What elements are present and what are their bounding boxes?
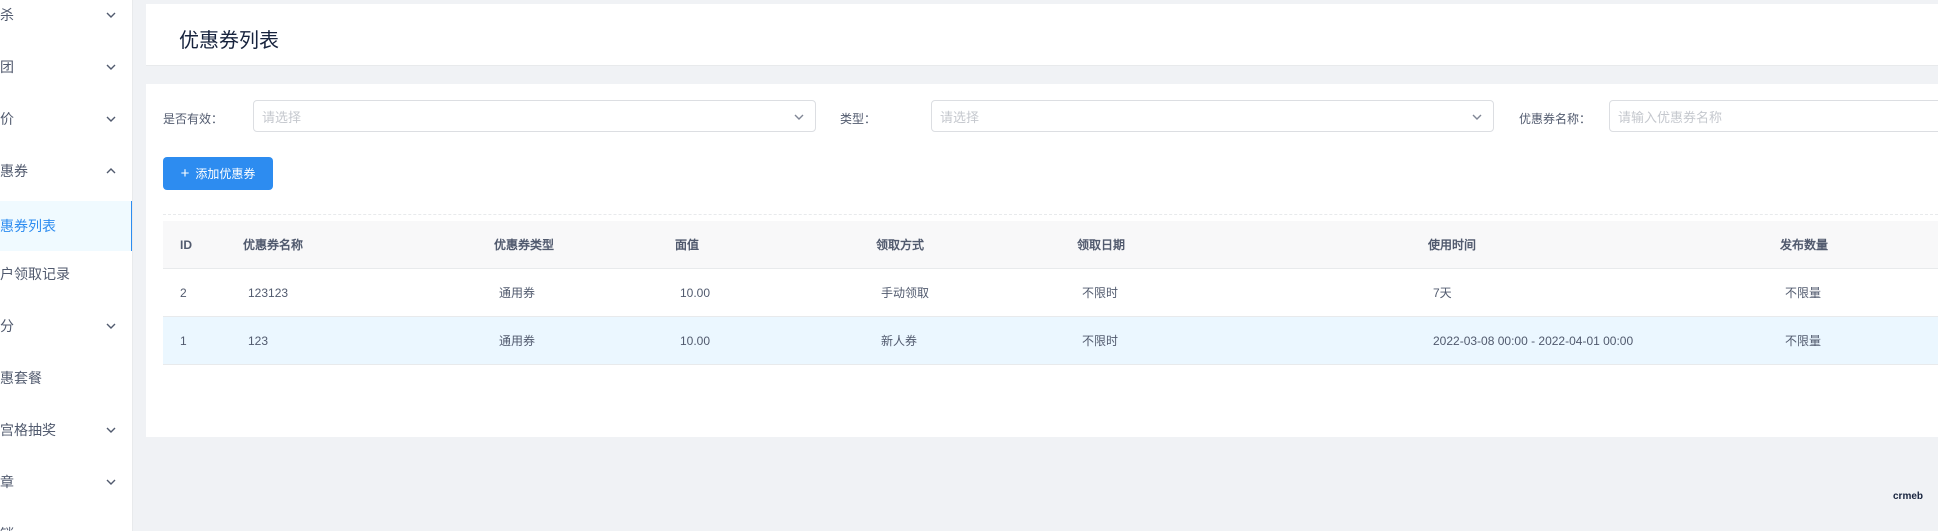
cell-type: 通用券: [499, 334, 536, 348]
column-header-name[interactable]: 优惠券名称: [243, 221, 303, 268]
sidebar-item-bargain[interactable]: 砍价: [0, 99, 132, 139]
chevron-down-icon: [106, 479, 116, 485]
table-row[interactable]: 2 123123 通用券 10.00 手动领取 不限时 7天 不限量: [163, 269, 1938, 317]
chevron-down-icon: [106, 323, 116, 329]
cell-date: 不限时: [1082, 286, 1119, 300]
valid-filter-label: 是否有效：: [163, 112, 224, 126]
sidebar-item-label: 优惠券: [0, 163, 28, 179]
sidebar-item-article[interactable]: 文章: [0, 462, 132, 502]
page-title: 优惠券列表: [179, 30, 279, 52]
sidebar-item-seckill[interactable]: 秒杀: [0, 0, 132, 35]
sidebar-item-label: 拼团: [0, 59, 14, 75]
sidebar-item-distribution[interactable]: 分销: [0, 514, 132, 531]
divider: [163, 214, 1938, 215]
cell-use-time: 7天: [1433, 286, 1452, 300]
cell-quantity: 不限量: [1785, 286, 1822, 300]
coupon-name-input[interactable]: 请输入优惠券名称: [1609, 100, 1938, 132]
sidebar-item-bundle[interactable]: 优惠套餐: [0, 358, 132, 398]
sidebar-item-label: 积分: [0, 318, 14, 334]
sidebar-item-points[interactable]: 积分: [0, 306, 132, 346]
cell-value: 10.00: [680, 333, 711, 348]
sidebar-item-label: 砍价: [0, 111, 14, 127]
coupon-table: ID 优惠券名称 优惠券类型 面值 领取方式 领取日期 使用时间 发布数量 2 …: [163, 221, 1938, 365]
chevron-down-icon: [106, 64, 116, 70]
sidebar-item-coupon-list[interactable]: 优惠券列表: [0, 201, 132, 251]
name-filter-label: 优惠券名称：: [1519, 112, 1592, 126]
column-header-quantity[interactable]: 发布数量: [1780, 221, 1828, 268]
column-header-type[interactable]: 优惠券类型: [494, 221, 554, 268]
cell-quantity: 不限量: [1785, 334, 1822, 348]
sidebar-item-label: 优惠券列表: [0, 218, 56, 234]
brand-watermark: crmeb: [1893, 491, 1924, 502]
column-header-id[interactable]: ID: [180, 221, 192, 268]
add-coupon-label: 添加优惠券: [195, 167, 256, 181]
plus-icon: +: [180, 165, 190, 182]
cell-method: 新人券: [881, 334, 918, 348]
page-header: 优惠券列表: [146, 4, 1938, 66]
content-card: 是否有效： 请选择 类型： 请选择 优惠券名称： 请输入优惠券名称 + 添加优惠…: [146, 84, 1938, 437]
cell-id: 2: [180, 285, 187, 300]
sidebar: 秒杀 拼团 砍价 优惠券 优惠券列表 用户领取记录 积分 优惠套餐 九宫格抽奖 …: [0, 0, 133, 531]
cell-name: 123123: [248, 285, 289, 300]
sidebar-item-label: 文章: [0, 474, 14, 490]
column-header-date[interactable]: 领取日期: [1077, 221, 1125, 268]
add-coupon-button[interactable]: + 添加优惠券: [163, 157, 273, 190]
cell-name: 123: [248, 333, 269, 348]
sidebar-item-lottery[interactable]: 九宫格抽奖: [0, 410, 132, 450]
sidebar-item-user-claim-records[interactable]: 用户领取记录: [0, 254, 132, 294]
sidebar-item-group-buy[interactable]: 拼团: [0, 47, 132, 87]
type-filter-label: 类型：: [840, 112, 877, 126]
sidebar-item-label: 九宫格抽奖: [0, 422, 56, 438]
type-filter-select[interactable]: 请选择: [931, 100, 1494, 132]
cell-date: 不限时: [1082, 334, 1119, 348]
select-placeholder: 请选择: [940, 109, 980, 125]
sidebar-item-label: 优惠套餐: [0, 370, 42, 386]
column-header-value[interactable]: 面值: [675, 221, 699, 268]
select-placeholder: 请选择: [262, 109, 302, 125]
cell-id: 1: [180, 333, 187, 348]
chevron-down-icon: [794, 114, 804, 120]
sidebar-item-label: 用户领取记录: [0, 266, 70, 282]
valid-filter-select[interactable]: 请选择: [253, 100, 816, 132]
table-row[interactable]: 1 123 通用券 10.00 新人券 不限时 2022-03-08 00:00…: [163, 317, 1938, 365]
chevron-down-icon: [1472, 114, 1482, 120]
cell-type: 通用券: [499, 286, 536, 300]
chevron-down-icon: [106, 116, 116, 122]
chevron-down-icon: [106, 427, 116, 433]
input-placeholder: 请输入优惠券名称: [1618, 109, 1723, 125]
sidebar-item-coupon[interactable]: 优惠券: [0, 151, 132, 191]
column-header-use-time[interactable]: 使用时间: [1428, 221, 1476, 268]
sidebar-item-label: 秒杀: [0, 7, 14, 23]
column-header-method[interactable]: 领取方式: [876, 221, 924, 268]
chevron-up-icon: [106, 168, 116, 174]
cell-value: 10.00: [680, 285, 711, 300]
table-header: ID 优惠券名称 优惠券类型 面值 领取方式 领取日期 使用时间 发布数量: [163, 221, 1938, 269]
cell-use-time: 2022-03-08 00:00 - 2022-04-01 00:00: [1433, 333, 1634, 348]
cell-method: 手动领取: [881, 286, 930, 300]
chevron-down-icon: [106, 12, 116, 18]
sidebar-item-label: 分销: [0, 524, 14, 531]
